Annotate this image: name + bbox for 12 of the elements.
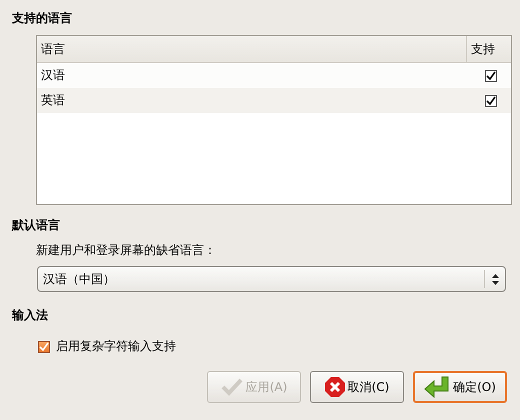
table-cell-text: 汉语 (40, 67, 66, 84)
column-header[interactable]: 支持 (466, 36, 511, 62)
cancel-button[interactable]: 取消(C) (310, 371, 404, 403)
field-label: 新建用户和登录屏幕的缺省语言： (36, 242, 217, 259)
section-heading: 输入法 (12, 307, 49, 324)
ok-button[interactable]: 确定(O) (413, 371, 507, 403)
section-heading: 默认语言 (12, 217, 61, 234)
column-header[interactable]: 语言 (37, 36, 466, 62)
language-dropdown[interactable]: 汉语（中国） (37, 266, 506, 292)
checkbox-label: 启用复杂字符输入支持 (56, 338, 176, 355)
table-cell-text: 英语 (40, 92, 66, 109)
section-heading: 支持的语言 (12, 10, 73, 27)
